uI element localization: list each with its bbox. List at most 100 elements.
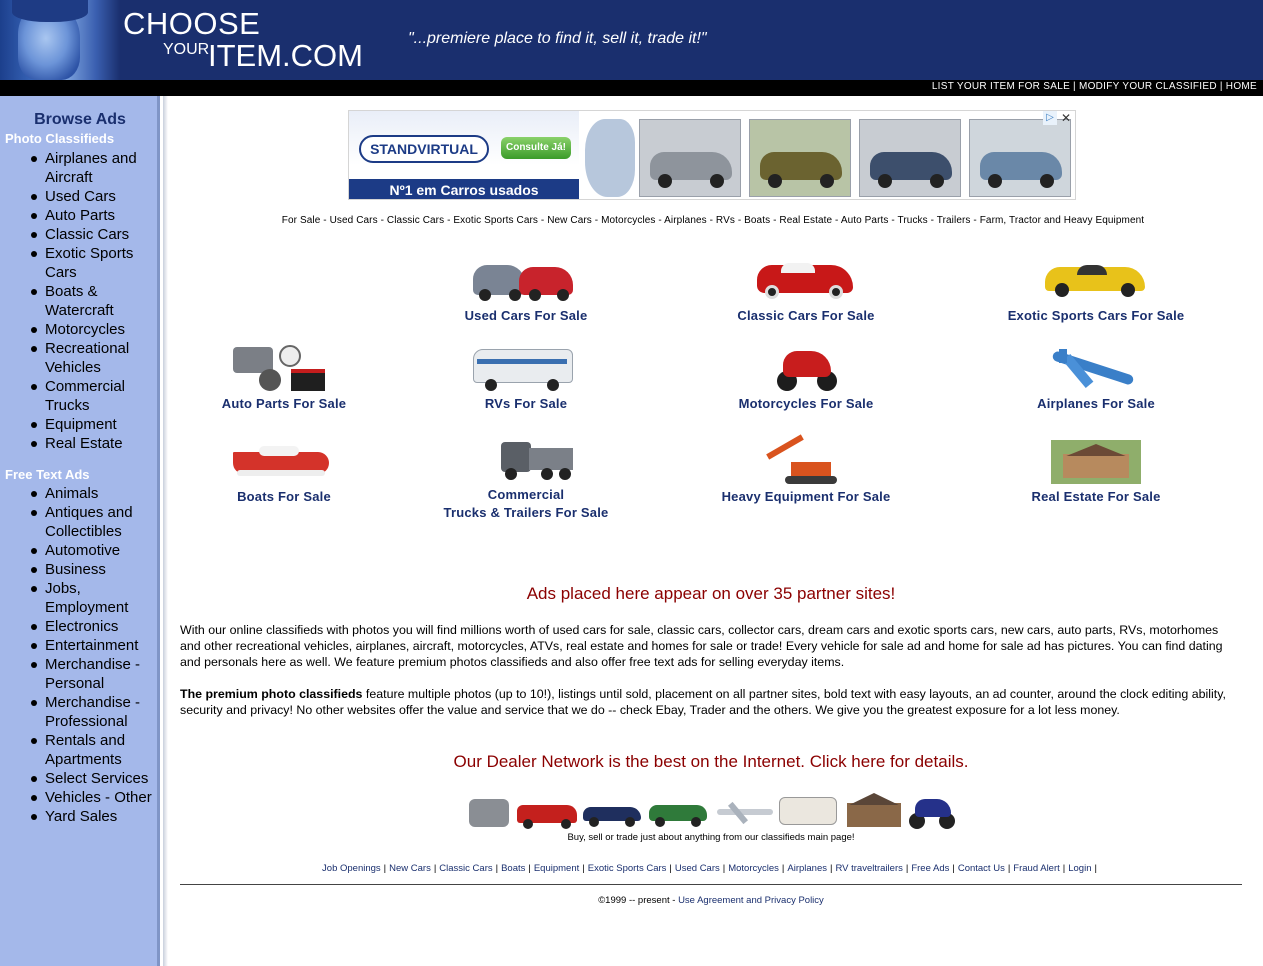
footer-link-equipment[interactable]: Equipment (534, 863, 579, 874)
banner-car-photo[interactable] (749, 119, 851, 197)
footer-link-boats[interactable]: Boats (501, 863, 525, 874)
roadster-thumbnail[interactable] (581, 793, 641, 831)
excavator-image[interactable] (751, 434, 861, 488)
footer-link-new-cars[interactable]: New Cars (389, 863, 431, 874)
category-label[interactable]: Real Estate For Sale (976, 488, 1216, 506)
sidebar-item-jobs[interactable]: Jobs, Employment (0, 579, 160, 617)
sidebar-item-electronics[interactable]: Electronics (0, 617, 160, 636)
sidebar-item-recreational-vehicles[interactable]: Recreational Vehicles (0, 339, 160, 377)
sidebar-item-exotic-sports-cars[interactable]: Exotic Sports Cars (0, 244, 160, 282)
category-label[interactable]: Heavy Equipment For Sale (686, 488, 926, 506)
sidebar-item-boats[interactable]: Boats & Watercraft (0, 282, 160, 320)
rv-image[interactable] (471, 343, 581, 395)
sidebar-item-vehicles-other[interactable]: Vehicles - Other (0, 788, 160, 807)
footer-link-classic-cars[interactable]: Classic Cars (439, 863, 492, 874)
sidebar-item-merchandise-professional[interactable]: Merchandise - Professional (0, 693, 160, 731)
footer-link-login[interactable]: Login (1068, 863, 1091, 874)
home-link[interactable]: HOME (1226, 81, 1257, 92)
banner-car-photo[interactable] (969, 119, 1071, 197)
category-links-line[interactable]: For Sale - Used Cars - Classic Cars - Ex… (168, 215, 1258, 226)
category-label[interactable]: Boats For Sale (164, 488, 404, 506)
category-label[interactable]: Classic Cars For Sale (686, 307, 926, 325)
sidebar-item-motorcycles[interactable]: Motorcycles (0, 320, 160, 339)
category-rvs[interactable]: RVs For Sale (406, 343, 646, 413)
logo-choose[interactable]: CHOOSE (123, 6, 260, 42)
sidebar-item-equipment[interactable]: Equipment (0, 415, 160, 434)
classic-car-image[interactable] (751, 255, 861, 307)
sidebar-item-yard-sales[interactable]: Yard Sales (0, 807, 160, 826)
category-label[interactable]: Commercial (406, 486, 646, 504)
category-auto-parts[interactable]: Auto Parts For Sale (164, 343, 404, 413)
sidebar-item-select-services[interactable]: Select Services (0, 769, 160, 788)
footer-link-motorcycles[interactable]: Motorcycles (728, 863, 779, 874)
banner-brand-logo[interactable]: STANDVIRTUAL (359, 135, 489, 163)
banner-car-photo[interactable] (859, 119, 961, 197)
boat-image[interactable] (229, 436, 339, 488)
sidebar-item-used-cars[interactable]: Used Cars (0, 187, 160, 206)
category-commercial-trucks[interactable]: Commercial Trucks & Trailers For Sale (406, 434, 646, 522)
sidebar-item-automotive[interactable]: Automotive (0, 541, 160, 560)
sidebar-item-merchandise-personal[interactable]: Merchandise - Personal (0, 655, 160, 693)
footer-link-fraud-alert[interactable]: Fraud Alert (1013, 863, 1059, 874)
list-item-link[interactable]: LIST YOUR ITEM FOR SALE (932, 81, 1070, 92)
truck-image[interactable] (471, 434, 581, 486)
footer-link-job-openings[interactable]: Job Openings (322, 863, 381, 874)
sidebar-item-classic-cars[interactable]: Classic Cars (0, 225, 160, 244)
category-label-line2[interactable]: Trucks & Trailers For Sale (406, 504, 646, 522)
category-label[interactable]: Motorcycles For Sale (686, 395, 926, 413)
airplane-image[interactable] (1041, 343, 1151, 395)
footer-link-free-ads[interactable]: Free Ads (911, 863, 949, 874)
auto-parts-image[interactable] (229, 343, 339, 395)
close-icon[interactable]: ✕ (1059, 111, 1073, 125)
rv-thumbnail[interactable] (777, 793, 837, 831)
category-motorcycles[interactable]: Motorcycles For Sale (686, 343, 926, 413)
house-image[interactable] (1041, 436, 1151, 488)
category-exotic-sports-cars[interactable]: Exotic Sports Cars For Sale (976, 255, 1216, 325)
banner-consult-button[interactable]: Consulte Já! (501, 137, 571, 159)
footer-link-contact-us[interactable]: Contact Us (958, 863, 1005, 874)
thumbnail-strip[interactable] (465, 793, 960, 831)
category-boats[interactable]: Boats For Sale (164, 436, 404, 506)
banner-car-photo[interactable] (639, 119, 741, 197)
logo-item[interactable]: ITEM.COM (208, 38, 363, 74)
category-label[interactable]: RVs For Sale (406, 395, 646, 413)
footer-link-airplanes[interactable]: Airplanes (787, 863, 827, 874)
used-cars-image[interactable] (471, 255, 581, 307)
banner-ad[interactable]: STANDVIRTUAL Consulte Já! Nº1 em Carros … (348, 110, 1076, 200)
category-heavy-equipment[interactable]: Heavy Equipment For Sale (686, 434, 926, 506)
category-real-estate[interactable]: Real Estate For Sale (976, 436, 1216, 506)
sidebar-item-auto-parts[interactable]: Auto Parts (0, 206, 160, 225)
footer-link-rv-traveltrailers[interactable]: RV traveltrailers (835, 863, 902, 874)
sidebar-item-entertainment[interactable]: Entertainment (0, 636, 160, 655)
category-label[interactable]: Exotic Sports Cars For Sale (976, 307, 1216, 325)
sidebar-item-real-estate[interactable]: Real Estate (0, 434, 160, 453)
partner-sites-headline[interactable]: Ads placed here appear on over 35 partne… (180, 584, 1242, 604)
sidebar-item-antiques[interactable]: Antiques and Collectibles (0, 503, 160, 541)
category-classic-cars[interactable]: Classic Cars For Sale (686, 255, 926, 325)
motorcycle-image[interactable] (751, 343, 861, 395)
use-agreement-link[interactable]: Use Agreement and Privacy Policy (678, 895, 824, 906)
house-thumbnail[interactable] (843, 793, 903, 831)
category-label[interactable]: Used Cars For Sale (406, 307, 646, 325)
modify-classified-link[interactable]: MODIFY YOUR CLASSIFIED (1079, 81, 1217, 92)
sidebar-item-business[interactable]: Business (0, 560, 160, 579)
dealer-network-link[interactable]: Our Dealer Network is the best on the In… (180, 752, 1242, 772)
intro-paragraph: With our online classifieds with photos … (180, 623, 1223, 669)
category-used-cars[interactable]: Used Cars For Sale (406, 255, 646, 325)
classic-green-thumbnail[interactable] (647, 793, 707, 831)
category-label[interactable]: Airplanes For Sale (976, 395, 1216, 413)
sidebar-item-commercial-trucks[interactable]: Commercial Trucks (0, 377, 160, 415)
exotic-car-image[interactable] (1041, 255, 1151, 307)
footer-link-used-cars[interactable]: Used Cars (675, 863, 720, 874)
logo-your[interactable]: YOUR (163, 41, 209, 59)
category-label[interactable]: Auto Parts For Sale (164, 395, 404, 413)
pickup-thumbnail[interactable] (515, 793, 577, 831)
category-airplanes[interactable]: Airplanes For Sale (976, 343, 1216, 413)
adchoices-icon[interactable]: ▷ (1043, 111, 1057, 125)
sidebar-item-animals[interactable]: Animals (0, 484, 160, 503)
sidebar-item-airplanes[interactable]: Airplanes and Aircraft (0, 149, 160, 187)
footer-link-exotic-sports-cars[interactable]: Exotic Sports Cars (588, 863, 667, 874)
motorcycle-thumbnail[interactable] (905, 793, 965, 831)
sidebar-item-rentals[interactable]: Rentals and Apartments (0, 731, 160, 769)
plane-thumbnail[interactable] (713, 793, 773, 831)
